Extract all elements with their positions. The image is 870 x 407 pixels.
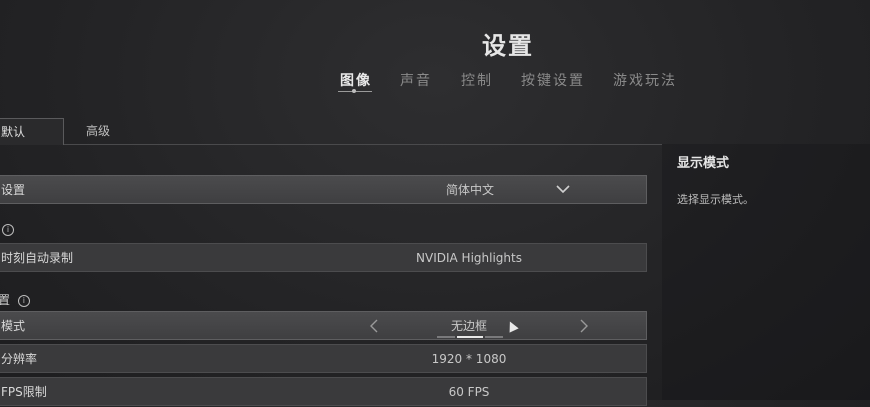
highlights-label: 时刻自动录制	[1, 251, 74, 265]
info-icon[interactable]: i	[17, 294, 30, 307]
section-info: i	[0, 222, 14, 236]
option-indicator-1	[437, 336, 455, 338]
resolution-label: 分辨率	[1, 352, 38, 366]
section-display-label: 置	[0, 293, 11, 307]
subtab-default[interactable]: 默认	[0, 118, 64, 145]
language-dropdown[interactable]: 设置 简体中文	[0, 175, 647, 204]
highlights-value: NVIDIA Highlights	[416, 251, 522, 265]
page-title: 设置	[482, 32, 534, 60]
chevron-down-icon[interactable]	[554, 179, 572, 199]
fps-label: FPS限制	[1, 385, 47, 399]
fps-row[interactable]: FPS限制 60 FPS	[0, 377, 647, 406]
chevron-right-icon[interactable]	[579, 319, 589, 333]
display-mode-label: 模式	[1, 319, 26, 333]
language-value: 简体中文	[446, 183, 495, 197]
info-icon[interactable]: i	[2, 223, 14, 236]
language-label: 设置	[1, 183, 26, 197]
section-display: 置 i	[0, 291, 30, 308]
fps-value: 60 FPS	[448, 385, 490, 399]
option-indicator-2	[457, 336, 483, 338]
tab-keybindings[interactable]: 按键设置	[521, 70, 585, 90]
tab-sound[interactable]: 声音	[400, 70, 432, 90]
subtab-bar: 默认 高级	[0, 118, 662, 145]
tab-graphics[interactable]: 图像	[340, 70, 372, 90]
description-text: 选择显示模式。	[677, 193, 754, 206]
tab-controls[interactable]: 控制	[461, 70, 493, 90]
subtab-advanced[interactable]: 高级	[86, 118, 110, 144]
display-mode-selector[interactable]: 模式 无边框	[0, 311, 647, 340]
description-heading: 显示模式	[677, 156, 730, 171]
highlights-row[interactable]: 时刻自动录制 NVIDIA Highlights	[0, 243, 647, 272]
description-panel: 显示模式 选择显示模式。	[662, 144, 870, 400]
resolution-value: 1920 * 1080	[431, 352, 507, 366]
tab-gameplay[interactable]: 游戏玩法	[613, 70, 677, 90]
option-indicator-3	[485, 336, 503, 338]
resolution-row[interactable]: 分辨率 1920 * 1080	[0, 344, 647, 373]
active-tab-indicator	[338, 89, 372, 93]
